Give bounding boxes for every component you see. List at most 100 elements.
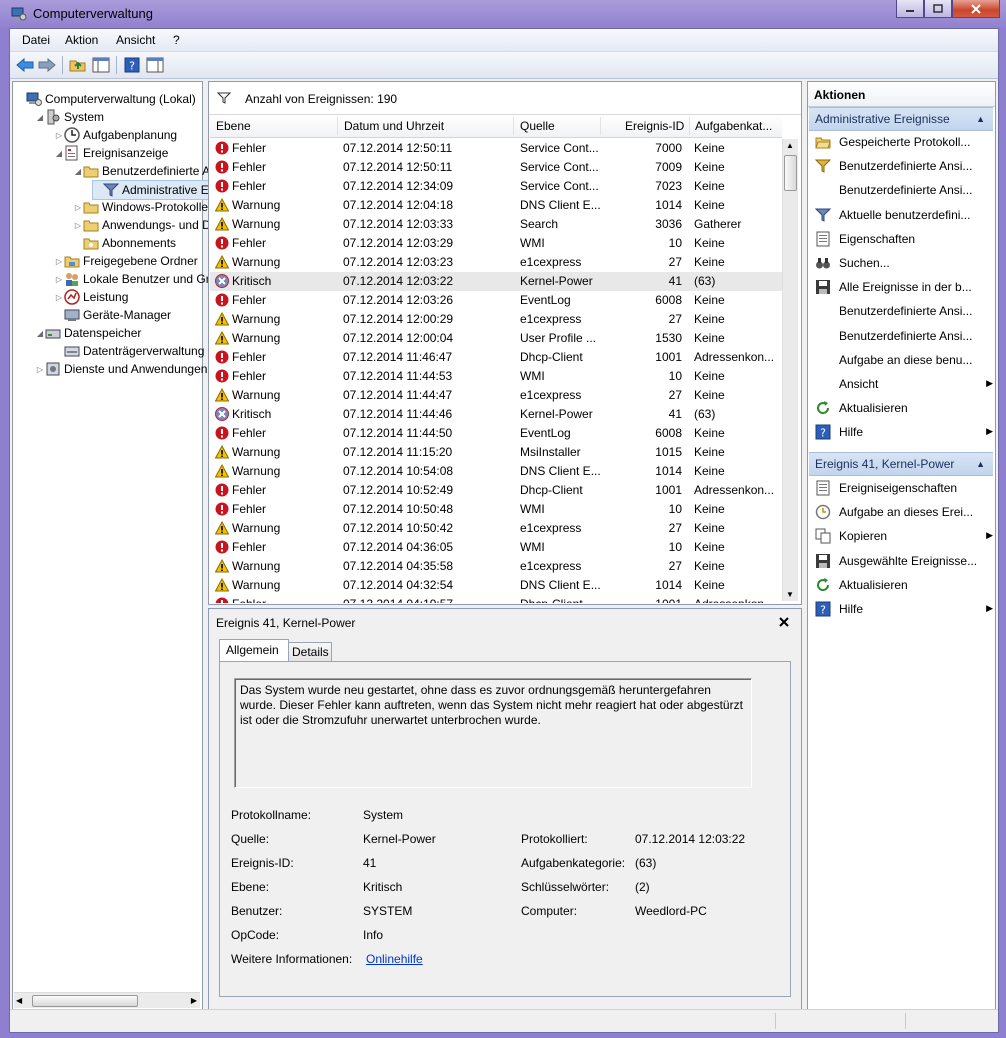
action-item[interactable]: Aktualisieren bbox=[811, 574, 989, 596]
event-row[interactable]: Fehler 07.12.2014 12:34:09 Service Cont...… bbox=[210, 177, 782, 196]
forward-button[interactable] bbox=[37, 55, 57, 75]
tab-allgemein[interactable]: Allgemein bbox=[219, 639, 289, 662]
expand-toggle-icon[interactable]: ▷ bbox=[73, 203, 83, 212]
event-row[interactable]: Fehler 07.12.2014 12:03:29 WMI 10 Keine bbox=[210, 234, 782, 253]
event-row[interactable]: Warnung 07.12.2014 10:54:08 DNS Client E..… bbox=[210, 462, 782, 481]
tree-horizontal-scrollbar[interactable]: ◀ ▶ bbox=[14, 992, 200, 1008]
col-datum[interactable]: Datum und Uhrzeit bbox=[344, 119, 444, 133]
title-bar[interactable]: Computerverwaltung bbox=[0, 0, 1006, 28]
tree-item[interactable]: Administrative E bbox=[92, 180, 210, 200]
tree-item[interactable]: ◢ System bbox=[35, 108, 104, 126]
tree-item[interactable]: ◢ Ereignisanzeige bbox=[54, 144, 168, 162]
back-button[interactable] bbox=[15, 55, 35, 75]
col-aufgabenkategorie[interactable]: Aufgabenkat... bbox=[695, 119, 772, 133]
event-row[interactable]: Fehler 07.12.2014 12:50:11 Service Cont...… bbox=[210, 139, 782, 158]
event-row[interactable]: Fehler 07.12.2014 10:52:49 Dhcp-Client 1001… bbox=[210, 481, 782, 500]
event-row[interactable]: Warnung 07.12.2014 12:03:33 Search 3036 Gath… bbox=[210, 215, 782, 234]
action-item[interactable]: ? Hilfe ▶ bbox=[811, 421, 993, 443]
action-item[interactable]: Ausgewählte Ereignisse... bbox=[811, 550, 989, 572]
event-row[interactable]: Fehler 07.12.2014 10:50:48 WMI 10 Keine bbox=[210, 500, 782, 519]
tree-item[interactable]: ◢ Benutzerdefinierte A bbox=[73, 162, 210, 180]
events-scroll-thumb[interactable] bbox=[784, 155, 797, 191]
action-item[interactable]: Benutzerdefinierte Ansi... bbox=[811, 179, 989, 201]
close-button[interactable] bbox=[952, 0, 1000, 18]
event-row[interactable]: Warnung 07.12.2014 04:35:58 e1cexpress 27 Ke… bbox=[210, 557, 782, 576]
expand-toggle-icon[interactable]: ▷ bbox=[54, 257, 64, 266]
col-ereignis-id[interactable]: Ereignis-ID bbox=[625, 119, 684, 133]
event-row[interactable]: Kritisch 07.12.2014 11:44:46 Kernel-Power 4… bbox=[210, 405, 782, 424]
event-row[interactable]: Warnung 07.12.2014 11:15:20 MsiInstaller 10… bbox=[210, 443, 782, 462]
tree-item[interactable]: Computerverwaltung (Lokal) bbox=[16, 90, 196, 108]
action-item[interactable]: Gespeicherte Protokoll... bbox=[811, 131, 989, 153]
action-item[interactable]: Benutzerdefinierte Ansi... bbox=[811, 155, 989, 177]
show-hide-tree-button[interactable] bbox=[91, 55, 111, 75]
event-row[interactable]: Fehler 07.12.2014 12:50:11 Service Cont...… bbox=[210, 158, 782, 177]
action-item[interactable]: Aufgabe an dieses Erei... bbox=[811, 501, 989, 523]
tree-item[interactable]: ▷ Anwendungs- und D bbox=[73, 216, 211, 234]
actions-section-administrative[interactable]: Administrative Ereignisse ▲ bbox=[809, 107, 993, 131]
event-row[interactable]: Fehler 07.12.2014 04:19:57 Dhcp-Client 1001… bbox=[210, 595, 782, 603]
events-vertical-scrollbar[interactable]: ▲ ▼ bbox=[782, 139, 798, 601]
tree-item[interactable]: Geräte-Manager bbox=[54, 306, 171, 324]
event-row[interactable]: Fehler 07.12.2014 04:36:05 WMI 10 Keine bbox=[210, 538, 782, 557]
col-quelle[interactable]: Quelle bbox=[520, 119, 555, 133]
event-row[interactable]: Warnung 07.12.2014 11:44:47 e1cexpress 27 Ke… bbox=[210, 386, 782, 405]
event-row[interactable]: Warnung 07.12.2014 04:32:54 DNS Client E..… bbox=[210, 576, 782, 595]
show-hide-action-pane-button[interactable] bbox=[145, 55, 165, 75]
action-item[interactable]: Benutzerdefinierte Ansi... bbox=[811, 300, 989, 322]
col-ebene[interactable]: Ebene bbox=[216, 119, 251, 133]
action-item[interactable]: Kopieren ▶ bbox=[811, 525, 993, 547]
expand-toggle-icon[interactable]: ▷ bbox=[54, 275, 64, 284]
tree-item[interactable]: Abonnements bbox=[73, 234, 176, 252]
action-item[interactable]: Benutzerdefinierte Ansi... bbox=[811, 325, 989, 347]
expand-toggle-icon[interactable]: ◢ bbox=[35, 113, 45, 122]
tree-item[interactable]: ◢ Datenspeicher bbox=[35, 324, 141, 342]
action-item[interactable]: Aktualisieren bbox=[811, 397, 989, 419]
event-row[interactable]: Fehler 07.12.2014 12:03:26 EventLog 6008 Kei… bbox=[210, 291, 782, 310]
tree-item[interactable]: ▷ Aufgabenplanung bbox=[54, 126, 177, 144]
close-detail-icon[interactable] bbox=[779, 617, 789, 627]
action-item[interactable]: Aufgabe an diese benu... bbox=[811, 349, 989, 371]
menu-ansicht[interactable]: Ansicht bbox=[116, 33, 155, 47]
menu-aktion[interactable]: Aktion bbox=[65, 33, 98, 47]
help-button[interactable]: ? bbox=[122, 55, 142, 75]
event-message-box[interactable]: Das System wurde neu gestartet, ohne das… bbox=[234, 678, 752, 788]
action-item[interactable]: Eigenschaften bbox=[811, 228, 989, 250]
action-item[interactable]: Suchen... bbox=[811, 252, 989, 274]
event-row[interactable]: Fehler 07.12.2014 11:44:53 WMI 10 Keine bbox=[210, 367, 782, 386]
events-table[interactable]: Ebene Datum und Uhrzeit Quelle Ereignis-… bbox=[209, 115, 799, 603]
event-row[interactable]: Warnung 07.12.2014 10:50:42 e1cexpress 27 Ke… bbox=[210, 519, 782, 538]
tree-item[interactable]: ▷ Freigegebene Ordner bbox=[54, 252, 198, 270]
tree-item[interactable]: ▷ Leistung bbox=[54, 288, 128, 306]
event-row[interactable]: Warnung 07.12.2014 12:03:23 e1cexpress 27 Ke… bbox=[210, 253, 782, 272]
tree-item[interactable]: Datenträgerverwaltung bbox=[54, 342, 204, 360]
menu-datei[interactable]: Datei bbox=[22, 33, 50, 47]
minimize-button[interactable] bbox=[896, 0, 924, 18]
event-row[interactable]: Kritisch 07.12.2014 12:03:22 Kernel-Power 4… bbox=[210, 272, 782, 291]
tree-item[interactable]: ▷ Lokale Benutzer und Gru bbox=[54, 270, 216, 288]
action-item[interactable]: Ansicht ▶ bbox=[811, 373, 993, 395]
tree-scroll-thumb[interactable] bbox=[32, 995, 138, 1007]
actions-section-event[interactable]: Ereignis 41, Kernel-Power ▲ bbox=[809, 452, 993, 476]
expand-toggle-icon[interactable]: ◢ bbox=[73, 167, 83, 176]
tree-item[interactable]: ▷ Dienste und Anwendungen bbox=[35, 360, 208, 378]
action-item[interactable]: Ereigniseigenschaften bbox=[811, 477, 989, 499]
action-item[interactable]: Aktuelle benutzerdefini... bbox=[811, 204, 989, 226]
action-item[interactable]: ? Hilfe ▶ bbox=[811, 598, 993, 620]
event-row[interactable]: Warnung 07.12.2014 12:00:29 e1cexpress 27 Ke… bbox=[210, 310, 782, 329]
event-row[interactable]: Fehler 07.12.2014 11:46:47 Dhcp-Client 1001… bbox=[210, 348, 782, 367]
tree-item[interactable]: ▷ Windows-Protokolle bbox=[73, 198, 208, 216]
action-item[interactable]: Alle Ereignisse in der b... bbox=[811, 276, 989, 298]
expand-toggle-icon[interactable]: ◢ bbox=[54, 149, 64, 158]
expand-toggle-icon[interactable]: ▷ bbox=[73, 221, 83, 230]
console-tree[interactable]: Computerverwaltung (Lokal) ◢ System ▷ Aufgab… bbox=[12, 81, 216, 1010]
event-row[interactable]: Fehler 07.12.2014 11:44:50 EventLog 6008 Kei… bbox=[210, 424, 782, 443]
expand-toggle-icon[interactable]: ▷ bbox=[54, 131, 64, 140]
expand-toggle-icon[interactable]: ▷ bbox=[35, 365, 45, 374]
event-row[interactable]: Warnung 07.12.2014 12:04:18 DNS Client E..… bbox=[210, 196, 782, 215]
event-row[interactable]: Warnung 07.12.2014 12:00:04 User Profile .… bbox=[210, 329, 782, 348]
maximize-button[interactable] bbox=[924, 0, 952, 18]
expand-toggle-icon[interactable]: ◢ bbox=[35, 329, 45, 338]
tab-details[interactable]: Details bbox=[288, 642, 332, 662]
onlinehilfe-link[interactable]: Onlinehilfe bbox=[366, 952, 423, 966]
